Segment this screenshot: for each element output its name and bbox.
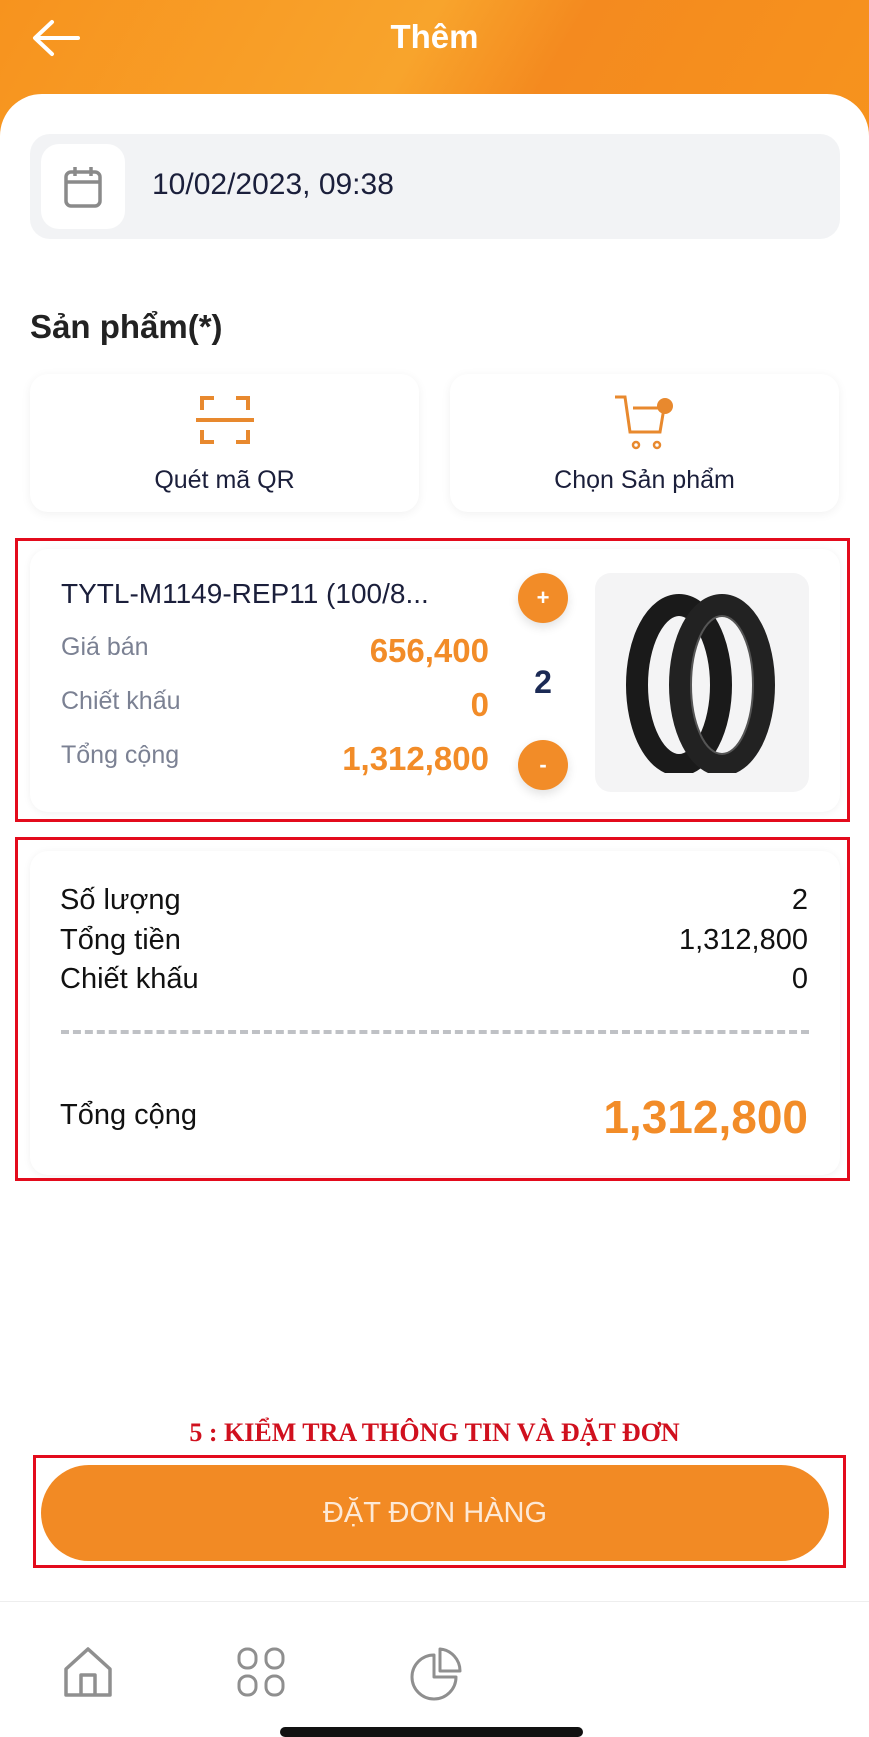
cart-icon <box>614 395 673 450</box>
price-value: 656,400 <box>369 632 489 669</box>
product-name: TYTL-M1149-REP11 (100/8... <box>61 578 429 609</box>
choose-product-label: Chọn Sản phẩm <box>554 466 735 494</box>
price-label: Giá bán <box>61 633 149 661</box>
page-title: Thêm <box>390 18 479 55</box>
summary-discount-label: Chiết khấu <box>60 963 199 995</box>
summary-total-value: 1,312,800 <box>603 1091 808 1143</box>
line-total-value: 1,312,800 <box>342 740 489 777</box>
summary-qty-value: 2 <box>791 884 808 916</box>
scan-qr-button[interactable]: Quét mã QR <box>30 374 419 512</box>
choose-product-button[interactable]: Chọn Sản phẩm <box>450 374 839 512</box>
summary-divider <box>61 1030 809 1034</box>
date-value: 10/02/2023, 09:38 <box>152 168 394 201</box>
home-indicator <box>280 1727 583 1737</box>
instruction-annotation: 5 : KIỂM TRA THÔNG TIN VÀ ĐẶT ĐƠN <box>189 1418 680 1447</box>
scan-qr-label: Quét mã QR <box>154 466 295 494</box>
summary-qty-label: Số lượng <box>60 884 181 916</box>
summary-total-label: Tổng cộng <box>60 1099 198 1131</box>
summary-discount-value: 0 <box>791 963 808 995</box>
highlight-order-button <box>33 1455 846 1568</box>
qr-scan-icon <box>195 396 254 444</box>
line-total-label: Tổng cộng <box>61 741 180 769</box>
date-field[interactable]: 10/02/2023, 09:38 <box>30 134 840 239</box>
products-heading: Sản phẩm(*) <box>30 308 223 345</box>
decrease-quantity-button[interactable]: - <box>518 740 568 790</box>
discount-value: 0 <box>470 686 489 723</box>
discount-label: Chiết khấu <box>61 687 181 715</box>
pie-chart-icon[interactable] <box>410 1647 462 1701</box>
home-icon[interactable] <box>63 1647 113 1699</box>
increase-quantity-button[interactable]: + <box>518 573 568 623</box>
product-image <box>595 573 809 792</box>
bottom-navigation <box>0 1601 869 1734</box>
quantity-value: 2 <box>534 664 552 700</box>
summary-subtotal-label: Tổng tiền <box>60 924 181 956</box>
calendar-icon <box>41 144 125 229</box>
grid-icon[interactable] <box>237 1647 285 1697</box>
summary-subtotal-value: 1,312,800 <box>678 924 808 956</box>
